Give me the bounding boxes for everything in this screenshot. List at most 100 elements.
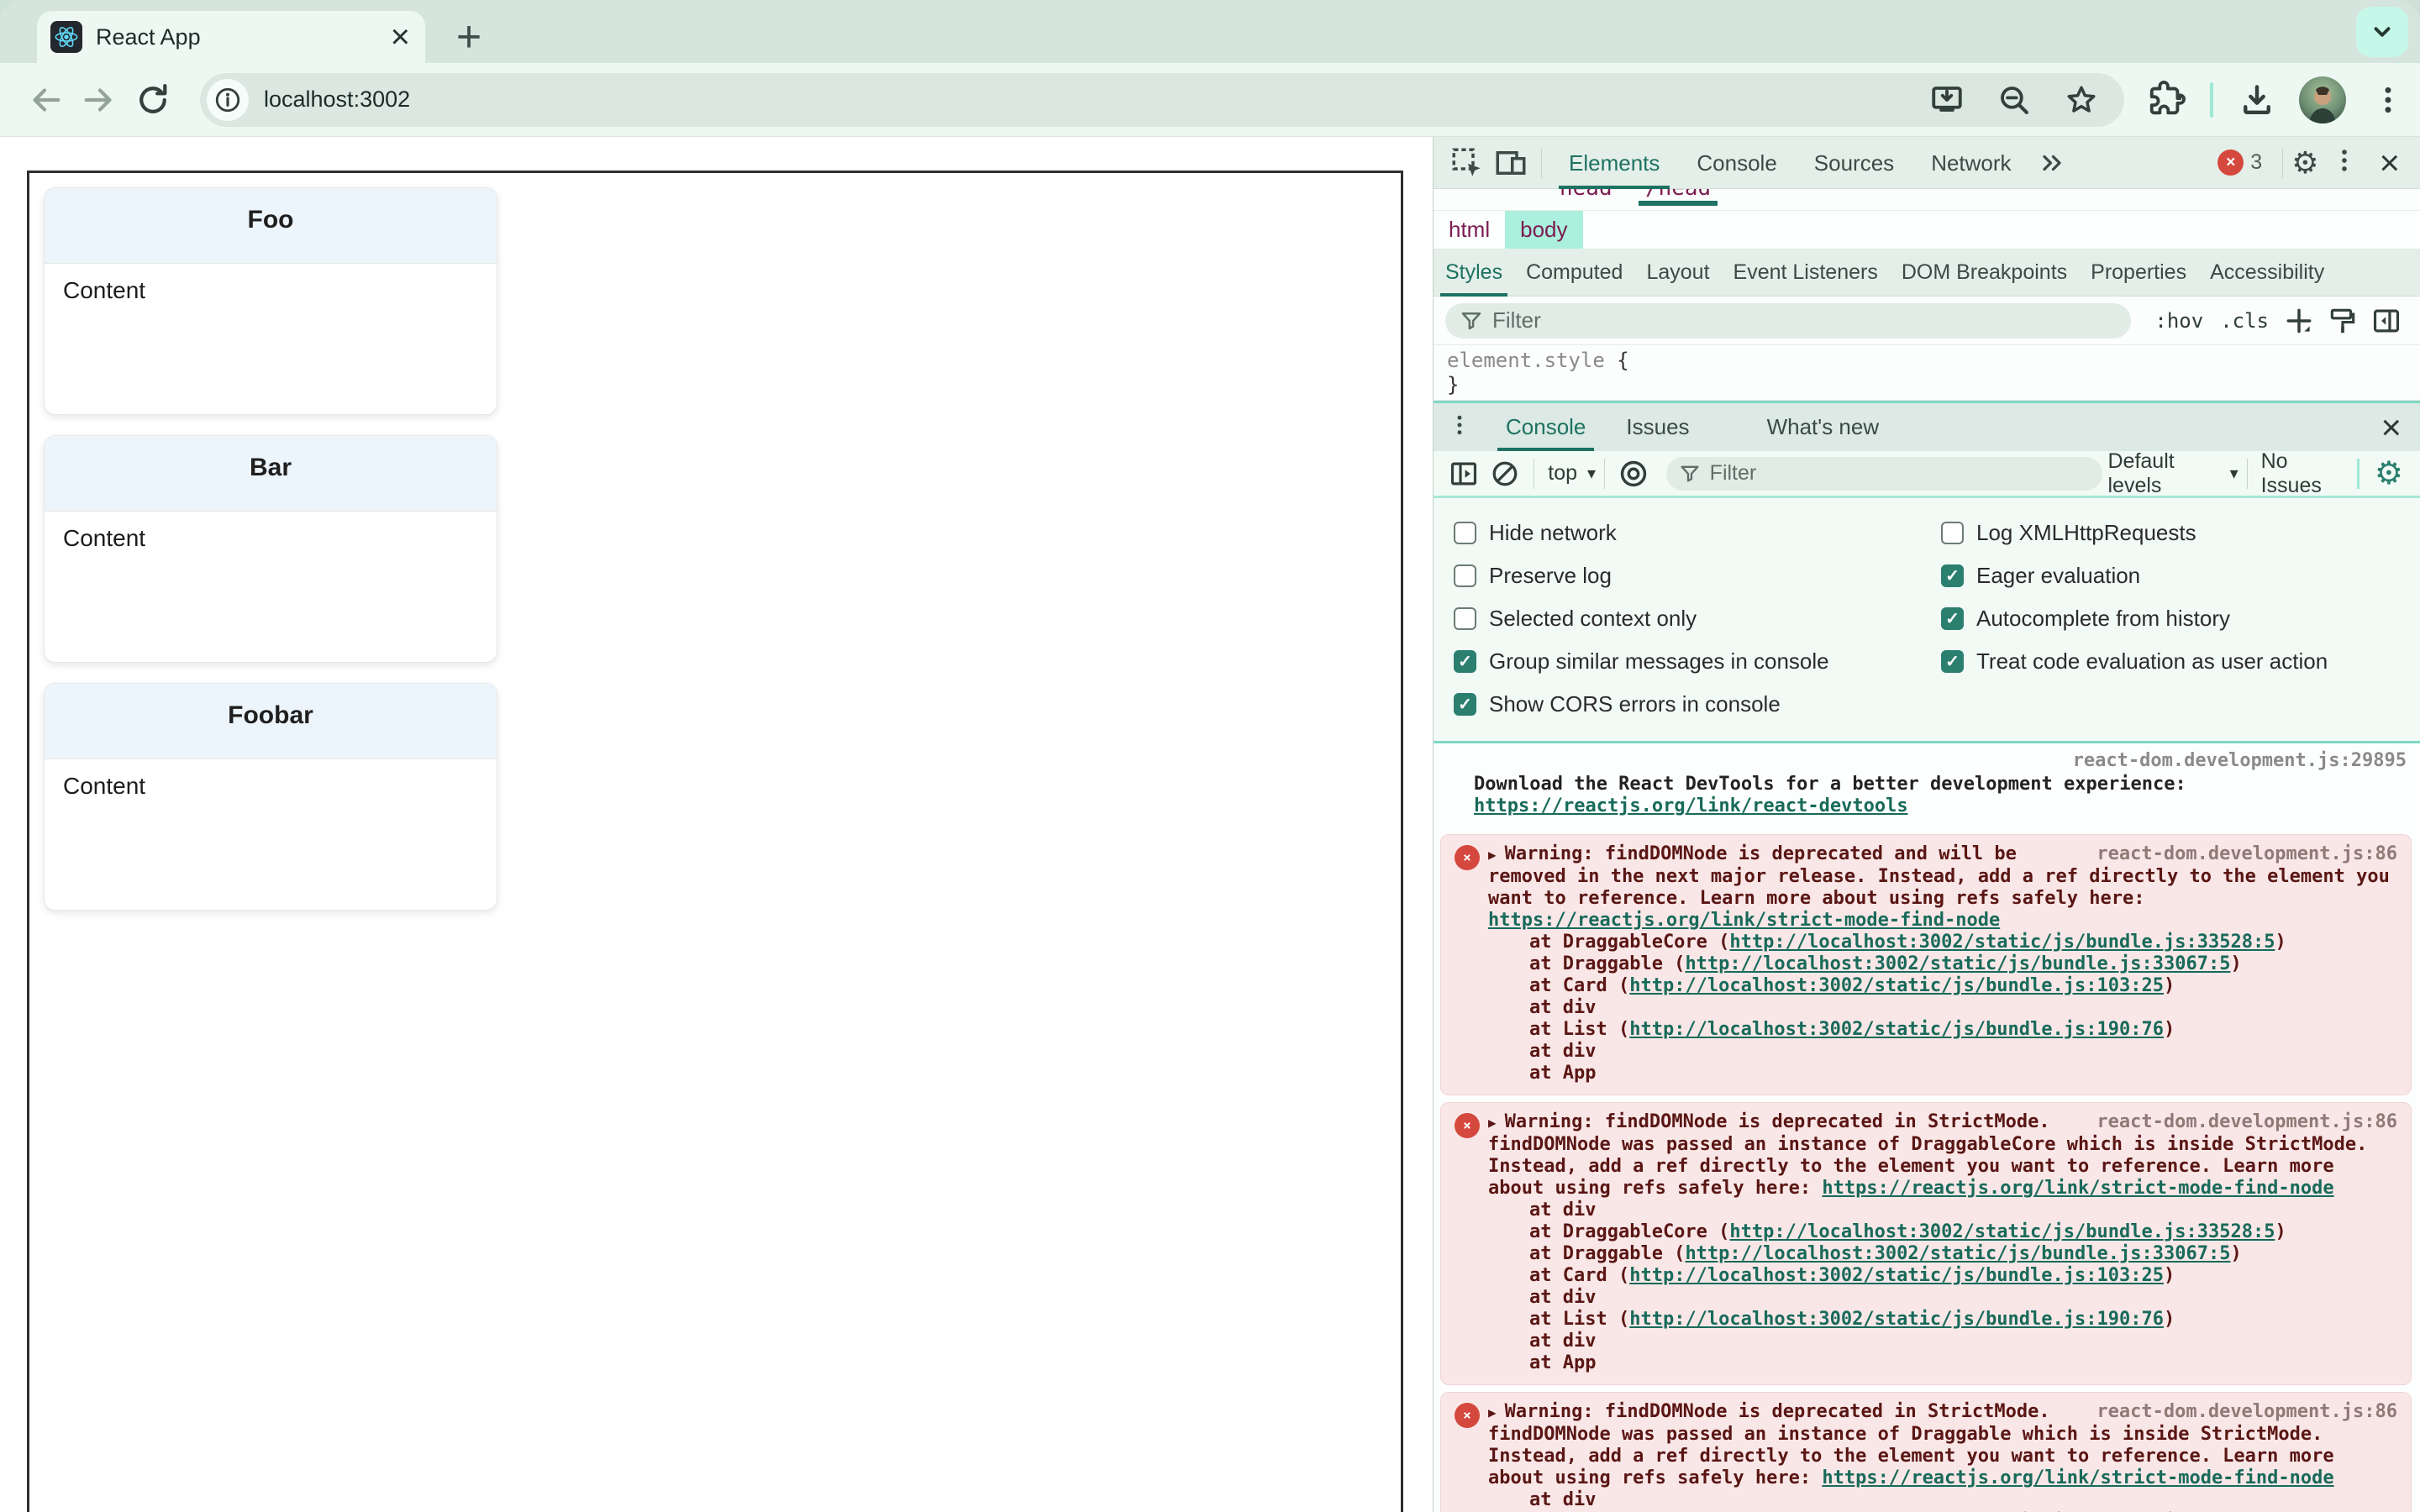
- message-link[interactable]: https://reactjs.org/link/strict-mode-fin…: [1822, 1467, 2333, 1488]
- browser-menu-icon[interactable]: [2361, 73, 2415, 127]
- tab-accessibility[interactable]: Accessibility: [2198, 249, 2336, 297]
- expand-triangle-icon[interactable]: ▶: [1488, 1404, 1497, 1420]
- browser-tab[interactable]: React App ×: [37, 11, 425, 63]
- tab-event-listeners[interactable]: Event Listeners: [1722, 249, 1890, 297]
- message-source-link[interactable]: react-dom.development.js:86: [2096, 1401, 2397, 1423]
- reload-button[interactable]: [126, 73, 180, 127]
- error-badge-icon[interactable]: ×: [2217, 150, 2244, 176]
- stack-frame-link[interactable]: http://localhost:3002/static/js/bundle.j…: [1729, 1221, 2275, 1242]
- stack-frame-link[interactable]: http://localhost:3002/static/js/bundle.j…: [1629, 1265, 2164, 1286]
- clear-console-icon[interactable]: [1488, 455, 1523, 492]
- extensions-puzzle-icon[interactable]: [2139, 73, 2193, 127]
- console-message-error: × react-dom.development.js:86 ▶ Warning: fi…: [1440, 1102, 2412, 1385]
- checkbox-preserve-log[interactable]: [1454, 564, 1476, 587]
- message-text: Download the React DevTools for a better…: [1474, 774, 2186, 795]
- checkbox-group-similar-messages-in-console[interactable]: ✓: [1454, 650, 1476, 673]
- message-source-link[interactable]: react-dom.development.js:86: [2096, 1111, 2397, 1133]
- checkbox-hide-network[interactable]: [1454, 522, 1476, 544]
- message-link[interactable]: https://reactjs.org/link/strict-mode-fin…: [1488, 910, 2000, 931]
- card-foo[interactable]: Foo Content: [44, 187, 497, 415]
- console-drawer-close-icon[interactable]: ×: [2362, 409, 2420, 445]
- expand-triangle-icon[interactable]: ▶: [1488, 1115, 1497, 1131]
- devtools-settings-gear-icon[interactable]: ⚙: [2291, 147, 2318, 178]
- card-foobar[interactable]: Foobar Content: [44, 683, 497, 911]
- setting-label: Group similar messages in console: [1489, 648, 1829, 674]
- message-source-link[interactable]: react-dom.development.js:86: [2096, 843, 2397, 865]
- profile-avatar[interactable]: [2299, 76, 2346, 123]
- tab-issues[interactable]: Issues: [1606, 403, 1709, 451]
- rendering-emulation-icon[interactable]: [2324, 302, 2361, 339]
- tab-computed[interactable]: Computed: [1514, 249, 1634, 297]
- stack-frame-link[interactable]: http://localhost:3002/static/js/bundle.j…: [1685, 1243, 2230, 1264]
- card-bar[interactable]: Bar Content: [44, 435, 497, 663]
- crumb-html[interactable]: html: [1434, 211, 1505, 249]
- message-link[interactable]: https://reactjs.org/link/strict-mode-fin…: [1822, 1178, 2333, 1199]
- console-filter-input[interactable]: Filter: [1665, 456, 2103, 491]
- address-bar[interactable]: localhost:3002: [200, 72, 2124, 127]
- zoom-out-icon[interactable]: [1990, 76, 2039, 124]
- console-settings-gear-icon[interactable]: ⚙: [2375, 458, 2403, 490]
- more-tabs-icon[interactable]: [2030, 141, 2074, 185]
- downloads-icon[interactable]: [2230, 73, 2284, 127]
- pseudo-state-toggle[interactable]: :hov: [2154, 309, 2203, 333]
- back-button[interactable]: [18, 73, 72, 127]
- checkbox-eager-evaluation[interactable]: ✓: [1941, 564, 1964, 587]
- new-style-rule-icon[interactable]: [2281, 302, 2317, 339]
- console-settings-panel: Hide network Preserve log Selected context…: [1434, 498, 2420, 743]
- device-toolbar-icon[interactable]: [1489, 141, 1533, 185]
- live-expression-eye-icon[interactable]: [1617, 455, 1651, 492]
- tab-properties[interactable]: Properties: [2079, 249, 2198, 297]
- stack-frame-link[interactable]: http://localhost:3002/static/js/bundle.j…: [1729, 932, 2275, 953]
- issues-counter[interactable]: No Issues: [2261, 449, 2344, 498]
- checkbox-log-xmlhttprequests[interactable]: [1941, 522, 1964, 544]
- tab-network[interactable]: Network: [1912, 137, 2029, 189]
- log-levels-dropdown[interactable]: Default levels: [2108, 449, 2220, 498]
- tab-close-icon[interactable]: ×: [391, 20, 410, 54]
- checkbox-selected-context-only[interactable]: [1454, 607, 1476, 630]
- url-text[interactable]: localhost:3002: [264, 87, 1904, 113]
- install-app-icon[interactable]: [1923, 76, 1971, 124]
- page-viewport: Foo Content Bar Content Foobar Content: [0, 137, 1434, 1512]
- tab-console[interactable]: Console: [1486, 403, 1606, 451]
- card-title: Foo: [45, 188, 497, 264]
- crumb-body[interactable]: body: [1505, 211, 1583, 249]
- console-sidebar-icon[interactable]: [1447, 455, 1481, 492]
- chevron-down-icon: [2374, 27, 2391, 37]
- tab-elements[interactable]: Elements: [1550, 137, 1678, 189]
- site-info-icon[interactable]: [207, 78, 249, 121]
- message-link[interactable]: https://reactjs.org/link/react-devtools: [1474, 795, 1908, 816]
- forward-button[interactable]: [72, 73, 126, 127]
- expand-triangle-icon[interactable]: ▶: [1488, 847, 1497, 863]
- toolbar-right-cluster: [2139, 73, 2415, 127]
- tab-layout[interactable]: Layout: [1634, 249, 1721, 297]
- tab-sources[interactable]: Sources: [1796, 137, 1912, 189]
- tab-what-s-new[interactable]: What's new: [1747, 403, 1900, 451]
- toggle-sidebar-icon[interactable]: [2368, 302, 2405, 339]
- checkbox-autocomplete-from-history[interactable]: ✓: [1941, 607, 1964, 630]
- message-source-link[interactable]: react-dom.development.js:29895: [1474, 750, 2407, 772]
- class-toggle[interactable]: .cls: [2220, 309, 2269, 333]
- tab-styles[interactable]: Styles: [1434, 249, 1514, 297]
- stack-frame-link[interactable]: http://localhost:3002/static/js/bundle.j…: [1629, 1309, 2164, 1330]
- error-count[interactable]: 3: [2250, 150, 2262, 175]
- drawer-menu-icon[interactable]: [1434, 412, 1486, 442]
- inspect-element-icon[interactable]: [1445, 141, 1489, 185]
- stack-frame-link[interactable]: http://localhost:3002/static/js/bundle.j…: [1685, 953, 2230, 974]
- bookmark-star-icon[interactable]: [2057, 76, 2106, 124]
- element-style-block[interactable]: element.style { }: [1434, 345, 2420, 401]
- stack-frame-link[interactable]: http://localhost:3002/static/js/bundle.j…: [1629, 1019, 2164, 1040]
- styles-filter-input[interactable]: Filter: [1445, 302, 2132, 339]
- setting-group-similar-messages-in-console: ✓ Group similar messages in console: [1454, 640, 1941, 683]
- checkbox-show-cors-errors-in-console[interactable]: ✓: [1454, 693, 1476, 716]
- tab-console[interactable]: Console: [1678, 137, 1795, 189]
- tab-dom-breakpoints[interactable]: DOM Breakpoints: [1890, 249, 2079, 297]
- console-settings-left: Hide network Preserve log Selected context…: [1454, 512, 1941, 726]
- tab-search-button[interactable]: [2356, 7, 2408, 57]
- new-tab-button[interactable]: +: [444, 12, 494, 62]
- checkbox-treat-code-evaluation-as-user-action[interactable]: ✓: [1941, 650, 1964, 673]
- setting-treat-code-evaluation-as-user-action: ✓ Treat code evaluation as user action: [1941, 640, 2328, 683]
- devtools-close-icon[interactable]: ×: [2379, 144, 2400, 181]
- stack-frame-link[interactable]: http://localhost:3002/static/js/bundle.j…: [1629, 975, 2164, 996]
- devtools-menu-icon[interactable]: [2330, 146, 2359, 179]
- context-selector[interactable]: top: [1548, 461, 1577, 486]
